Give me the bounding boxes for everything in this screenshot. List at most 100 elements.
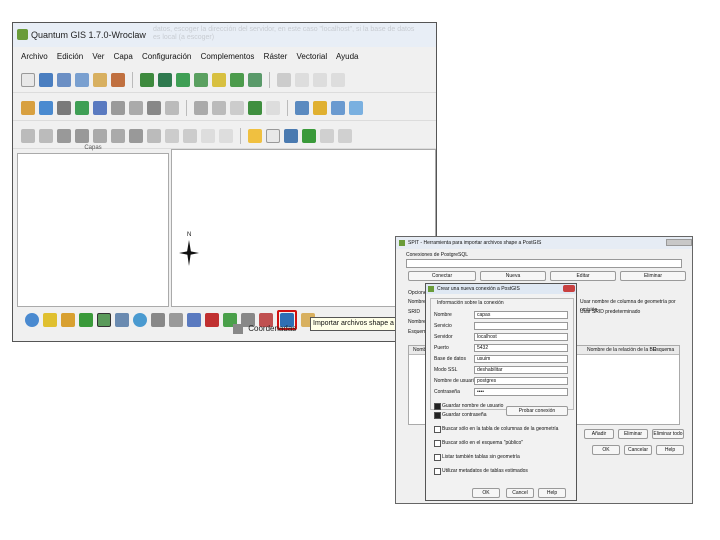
add-postgis-icon[interactable] <box>176 72 190 87</box>
menu-ayuda[interactable]: Ayuda <box>336 52 359 61</box>
move-feature-icon[interactable] <box>313 72 327 87</box>
list-no-geometry-checkbox[interactable]: Listar también tablas sin geometría <box>434 453 520 461</box>
spit-ok-button[interactable]: OK <box>592 445 620 455</box>
offset-curve-icon[interactable] <box>165 128 179 143</box>
zoom-layer-icon[interactable] <box>111 100 125 115</box>
capture-point-icon[interactable] <box>295 72 309 87</box>
delete-part-icon[interactable] <box>129 128 143 143</box>
username-field[interactable]: postgres <box>474 377 568 385</box>
open-project-icon[interactable] <box>39 72 53 87</box>
plugin-icon-3[interactable] <box>79 313 93 327</box>
cut-icon[interactable] <box>194 100 208 115</box>
coordinate-toggle-icon[interactable] <box>233 323 243 334</box>
undo-icon[interactable] <box>21 128 35 143</box>
zoom-in-icon[interactable] <box>57 100 71 115</box>
zoom-last-icon[interactable] <box>147 100 161 115</box>
connect-button[interactable]: Conectar <box>408 271 476 281</box>
pencil-icon[interactable] <box>277 72 291 87</box>
add-part-icon[interactable] <box>93 128 107 143</box>
menu-archivo[interactable]: Archivo <box>21 52 48 61</box>
reshape-icon[interactable] <box>147 128 161 143</box>
map-tips-icon[interactable] <box>248 128 262 143</box>
deselect-icon[interactable] <box>331 100 345 115</box>
menu-ver[interactable]: Ver <box>92 52 104 61</box>
public-schema-only-checkbox[interactable]: Buscar sólo en el esquema "público" <box>434 439 523 447</box>
add-spatialite-icon[interactable] <box>194 72 208 87</box>
srid-option[interactable]: Usar SRID predeterminado <box>580 308 640 316</box>
add-wms-icon[interactable] <box>212 72 226 87</box>
edit-connection-button[interactable]: Editar <box>550 271 616 281</box>
split-icon[interactable] <box>183 128 197 143</box>
geometry-columns-only-checkbox[interactable]: Buscar sólo en la tabla de columnas de l… <box>434 425 558 433</box>
paste-icon[interactable] <box>230 100 244 115</box>
port-field[interactable]: 5432 <box>474 344 568 352</box>
add-ring-icon[interactable] <box>75 128 89 143</box>
test-connection-button[interactable]: Probar conexión <box>506 406 568 416</box>
add-vector-icon[interactable] <box>140 72 154 87</box>
show-bookmarks-icon[interactable] <box>284 128 298 143</box>
dialog-cancel-button[interactable]: Cancel <box>506 488 534 498</box>
text-annotation-icon[interactable] <box>320 128 334 143</box>
menu-edicion[interactable]: Edición <box>57 52 83 61</box>
form-annotation-icon[interactable] <box>338 128 352 143</box>
ssl-mode-select[interactable]: deshabilitar <box>474 366 568 374</box>
plugin-icon-1[interactable] <box>43 313 57 327</box>
delete-ring-icon[interactable] <box>111 128 125 143</box>
close-icon[interactable] <box>563 285 575 292</box>
edit-layer-icon[interactable] <box>248 100 262 115</box>
node-tool-icon[interactable] <box>331 72 345 87</box>
remove-button[interactable]: Eliminar <box>618 429 648 439</box>
plugin-icon-4[interactable] <box>97 313 111 327</box>
new-bookmark-icon[interactable] <box>266 128 280 143</box>
zoom-out-icon[interactable] <box>75 100 89 115</box>
new-connection-button[interactable]: Nueva <box>480 271 546 281</box>
graticule-icon[interactable] <box>169 313 183 327</box>
host-field[interactable]: localhost <box>474 333 568 341</box>
menu-configuracion[interactable]: Configuración <box>142 52 191 61</box>
new-spatialite-icon[interactable] <box>248 72 262 87</box>
save-project-icon[interactable] <box>57 72 71 87</box>
redo-icon[interactable] <box>39 128 53 143</box>
identify-icon[interactable] <box>295 100 309 115</box>
window-controls[interactable] <box>666 239 692 246</box>
spit-cancel-button[interactable]: Cancelar <box>624 445 652 455</box>
zoom-selection-icon[interactable] <box>129 100 143 115</box>
refresh-icon[interactable] <box>302 128 316 143</box>
copy-icon[interactable] <box>212 100 226 115</box>
dialog-help-button[interactable]: Help <box>538 488 566 498</box>
name-field[interactable]: capas <box>474 311 568 319</box>
digitize-icon[interactable] <box>266 100 280 115</box>
menu-complementos[interactable]: Complementos <box>201 52 255 61</box>
measure-icon[interactable] <box>349 100 363 115</box>
select-icon[interactable] <box>313 100 327 115</box>
pan-to-selection-icon[interactable] <box>39 100 53 115</box>
save-as-icon[interactable] <box>75 72 89 87</box>
save-password-checkbox[interactable]: Guardar contraseña <box>434 411 486 419</box>
new-shapefile-icon[interactable] <box>230 72 244 87</box>
plugin-icon-5[interactable] <box>115 313 129 327</box>
new-project-icon[interactable] <box>21 72 35 87</box>
composer-manager-icon[interactable] <box>111 72 125 87</box>
chart-icon[interactable] <box>151 313 165 327</box>
grass-icon[interactable] <box>205 313 219 327</box>
service-field[interactable] <box>474 322 568 330</box>
pan-icon[interactable] <box>21 100 35 115</box>
copyright-icon[interactable] <box>187 313 201 327</box>
plugin-icon-2[interactable] <box>61 313 75 327</box>
menu-capa[interactable]: Capa <box>114 52 133 61</box>
database-field[interactable]: usuim <box>474 355 568 363</box>
simplify-icon[interactable] <box>57 128 71 143</box>
connections-select[interactable] <box>406 259 682 268</box>
print-composer-icon[interactable] <box>93 72 107 87</box>
merge-icon[interactable] <box>201 128 215 143</box>
layers-panel[interactable] <box>17 153 169 307</box>
delete-connection-button[interactable]: Eliminar <box>620 271 686 281</box>
zoom-full-icon[interactable] <box>93 100 107 115</box>
zoom-next-icon[interactable] <box>165 100 179 115</box>
remove-all-button[interactable]: Eliminar todo <box>652 429 684 439</box>
globe-icon[interactable] <box>133 313 147 327</box>
spit-help-button[interactable]: Help <box>656 445 684 455</box>
python-console-icon[interactable] <box>25 313 39 327</box>
dialog-ok-button[interactable]: OK <box>472 488 500 498</box>
add-raster-icon[interactable] <box>158 72 172 87</box>
